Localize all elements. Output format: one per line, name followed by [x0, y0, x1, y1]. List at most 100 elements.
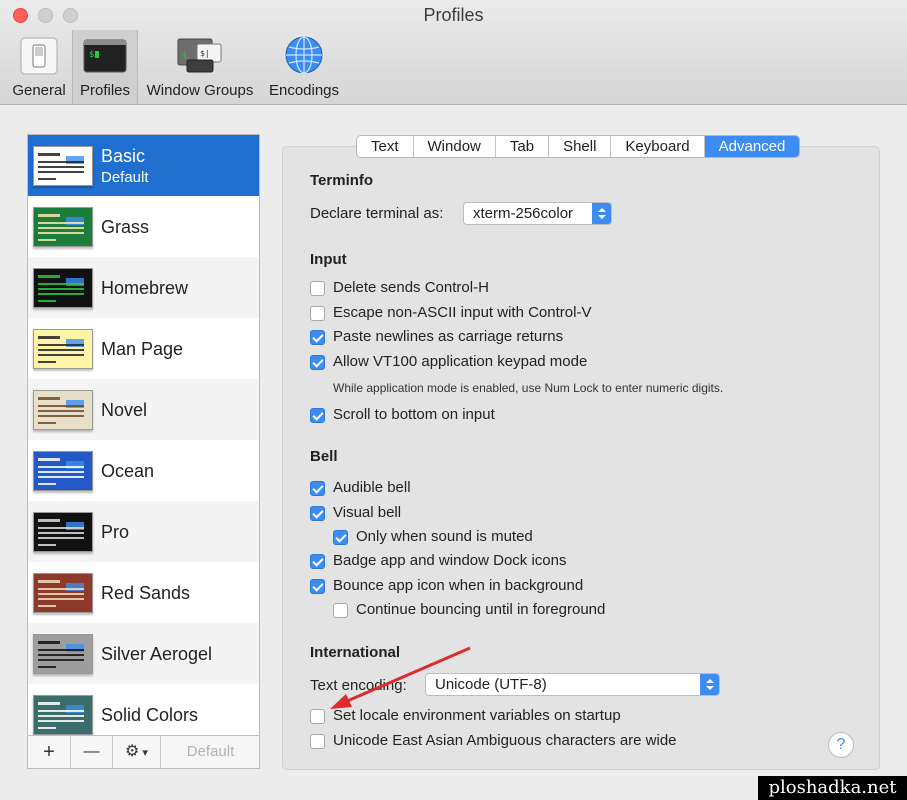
tab-text[interactable]: Text: [357, 136, 414, 157]
checkbox[interactable]: [310, 579, 325, 594]
profile-name: Pro: [101, 522, 130, 542]
profile-item-red-sands[interactable]: Red Sands: [28, 562, 259, 623]
toolbar-encodings[interactable]: Encodings: [264, 30, 344, 104]
profile-preview-thumbnail: [33, 512, 93, 552]
profile-name: Red Sands: [101, 583, 191, 603]
profile-item-ocean[interactable]: Ocean: [28, 440, 259, 501]
general-switch-icon: [20, 37, 58, 75]
profile-preview-thumbnail: [33, 146, 93, 186]
declare-terminal-select[interactable]: xterm-256color: [463, 202, 612, 225]
checkbox[interactable]: [333, 530, 348, 545]
set-default-button[interactable]: Default: [161, 736, 260, 768]
checkbox-label[interactable]: Audible bell: [333, 479, 411, 496]
watermark: ploshadka.net: [758, 776, 907, 800]
international-heading: International: [310, 644, 401, 661]
terminal-icon: $: [83, 39, 127, 73]
checkbox[interactable]: [310, 709, 325, 724]
checkbox[interactable]: [310, 281, 325, 296]
toolbar-general[interactable]: General: [8, 30, 70, 104]
checkbox-label[interactable]: Only when sound is muted: [356, 528, 533, 545]
bell-heading: Bell: [310, 448, 338, 465]
gear-icon: ⚙: [125, 743, 140, 760]
profile-name: Man Page: [101, 339, 184, 359]
checkbox[interactable]: [333, 603, 348, 618]
checkbox-label[interactable]: Badge app and window Dock icons: [333, 552, 566, 569]
keypad-mode-note: While application mode is enabled, use N…: [333, 381, 724, 395]
globe-icon: [285, 36, 323, 74]
popup-arrows-icon: [592, 203, 611, 224]
help-button[interactable]: ?: [828, 732, 854, 758]
checkbox-label[interactable]: Scroll to bottom on input: [333, 406, 495, 423]
toolbar-window-groups[interactable]: $ $| Window Groups: [141, 30, 259, 104]
profile-preview-thumbnail: [33, 207, 93, 247]
toolbar-profiles[interactable]: $ Profiles: [72, 30, 138, 104]
toolbar-general-label: General: [12, 82, 66, 99]
profiles-list-footer: + — ⚙ ▾ Default: [27, 736, 260, 769]
profile-name: Novel: [101, 400, 148, 420]
toolbar-encodings-label: Encodings: [268, 82, 340, 99]
profile-preview-thumbnail: [33, 390, 93, 430]
chevron-down-icon: ▾: [139, 747, 148, 759]
profile-default-label: Default: [101, 169, 149, 186]
window-groups-icon: $ $|: [177, 38, 222, 73]
checkbox-label[interactable]: Continue bouncing until in foreground: [356, 601, 605, 618]
checkbox-label[interactable]: Delete sends Control-H: [333, 279, 489, 296]
window-title: Profiles: [423, 5, 484, 25]
profiles-list: Basic Default Grass Homebrew Man Page Novel Oc…: [27, 134, 260, 736]
checkbox-label[interactable]: Allow VT100 application keypad mode: [333, 353, 587, 370]
svg-text:$|: $|: [200, 49, 210, 58]
profile-preview-thumbnail: [33, 634, 93, 674]
profile-item-solid-colors[interactable]: Solid Colors: [28, 684, 259, 735]
tab-keyboard[interactable]: Keyboard: [611, 136, 705, 157]
text-encoding-label: Text encoding:: [310, 677, 407, 694]
profile-item-pro[interactable]: Pro: [28, 501, 259, 562]
checkbox-label[interactable]: Paste newlines as carriage returns: [333, 328, 563, 345]
preferences-window: Profiles General $ Profiles $ $| Window …: [0, 0, 907, 800]
checkbox-label[interactable]: Visual bell: [333, 504, 401, 521]
svg-text:$: $: [89, 50, 94, 60]
profile-name: Solid Colors: [101, 705, 199, 725]
tab-tab[interactable]: Tab: [496, 136, 550, 157]
profile-item-grass[interactable]: Grass: [28, 196, 259, 257]
remove-profile-button[interactable]: —: [71, 736, 113, 768]
checkbox-label[interactable]: Unicode East Asian Ambiguous characters …: [333, 732, 677, 749]
profile-item-basic[interactable]: Basic Default: [28, 135, 259, 196]
checkbox[interactable]: [310, 306, 325, 321]
profile-name: Grass: [101, 217, 150, 237]
checkbox[interactable]: [310, 506, 325, 521]
toolbar-profiles-label: Profiles: [79, 82, 131, 99]
checkbox[interactable]: [310, 734, 325, 749]
profile-item-novel[interactable]: Novel: [28, 379, 259, 440]
profile-name: Silver Aerogel: [101, 644, 213, 664]
profile-name: Ocean: [101, 461, 155, 481]
profile-item-man-page[interactable]: Man Page: [28, 318, 259, 379]
profile-item-silver-aerogel[interactable]: Silver Aerogel: [28, 623, 259, 684]
checkbox[interactable]: [310, 408, 325, 423]
declare-terminal-value: xterm-256color: [473, 205, 574, 222]
profile-preview-thumbnail: [33, 329, 93, 369]
title-bar: Profiles General $ Profiles $ $| Window …: [0, 0, 907, 105]
text-encoding-select[interactable]: Unicode (UTF-8): [425, 673, 720, 696]
checkbox-label[interactable]: Escape non-ASCII input with Control-V: [333, 304, 591, 321]
checkbox[interactable]: [310, 554, 325, 569]
terminfo-heading: Terminfo: [310, 172, 374, 189]
tab-shell[interactable]: Shell: [549, 136, 612, 157]
profile-preview-thumbnail: [33, 451, 93, 491]
checkbox[interactable]: [310, 355, 325, 370]
profile-preview-thumbnail: [33, 573, 93, 613]
toolbar-window-groups-label: Window Groups: [146, 82, 254, 99]
profile-name: Homebrew: [101, 278, 189, 298]
declare-terminal-label: Declare terminal as:: [310, 205, 444, 222]
profile-item-homebrew[interactable]: Homebrew: [28, 257, 259, 318]
settings-tabs: Text Window Tab Shell Keyboard Advanced: [356, 135, 801, 158]
add-profile-button[interactable]: +: [28, 736, 71, 768]
checkbox-label[interactable]: Set locale environment variables on star…: [333, 707, 621, 724]
checkbox-label[interactable]: Bounce app icon when in background: [333, 577, 583, 594]
tab-advanced[interactable]: Advanced: [704, 136, 800, 157]
popup-arrows-icon: [700, 674, 719, 695]
profile-actions-menu[interactable]: ⚙ ▾: [113, 736, 161, 768]
profile-preview-thumbnail: [33, 268, 93, 308]
checkbox[interactable]: [310, 481, 325, 496]
tab-window[interactable]: Window: [414, 136, 496, 157]
checkbox[interactable]: [310, 330, 325, 345]
